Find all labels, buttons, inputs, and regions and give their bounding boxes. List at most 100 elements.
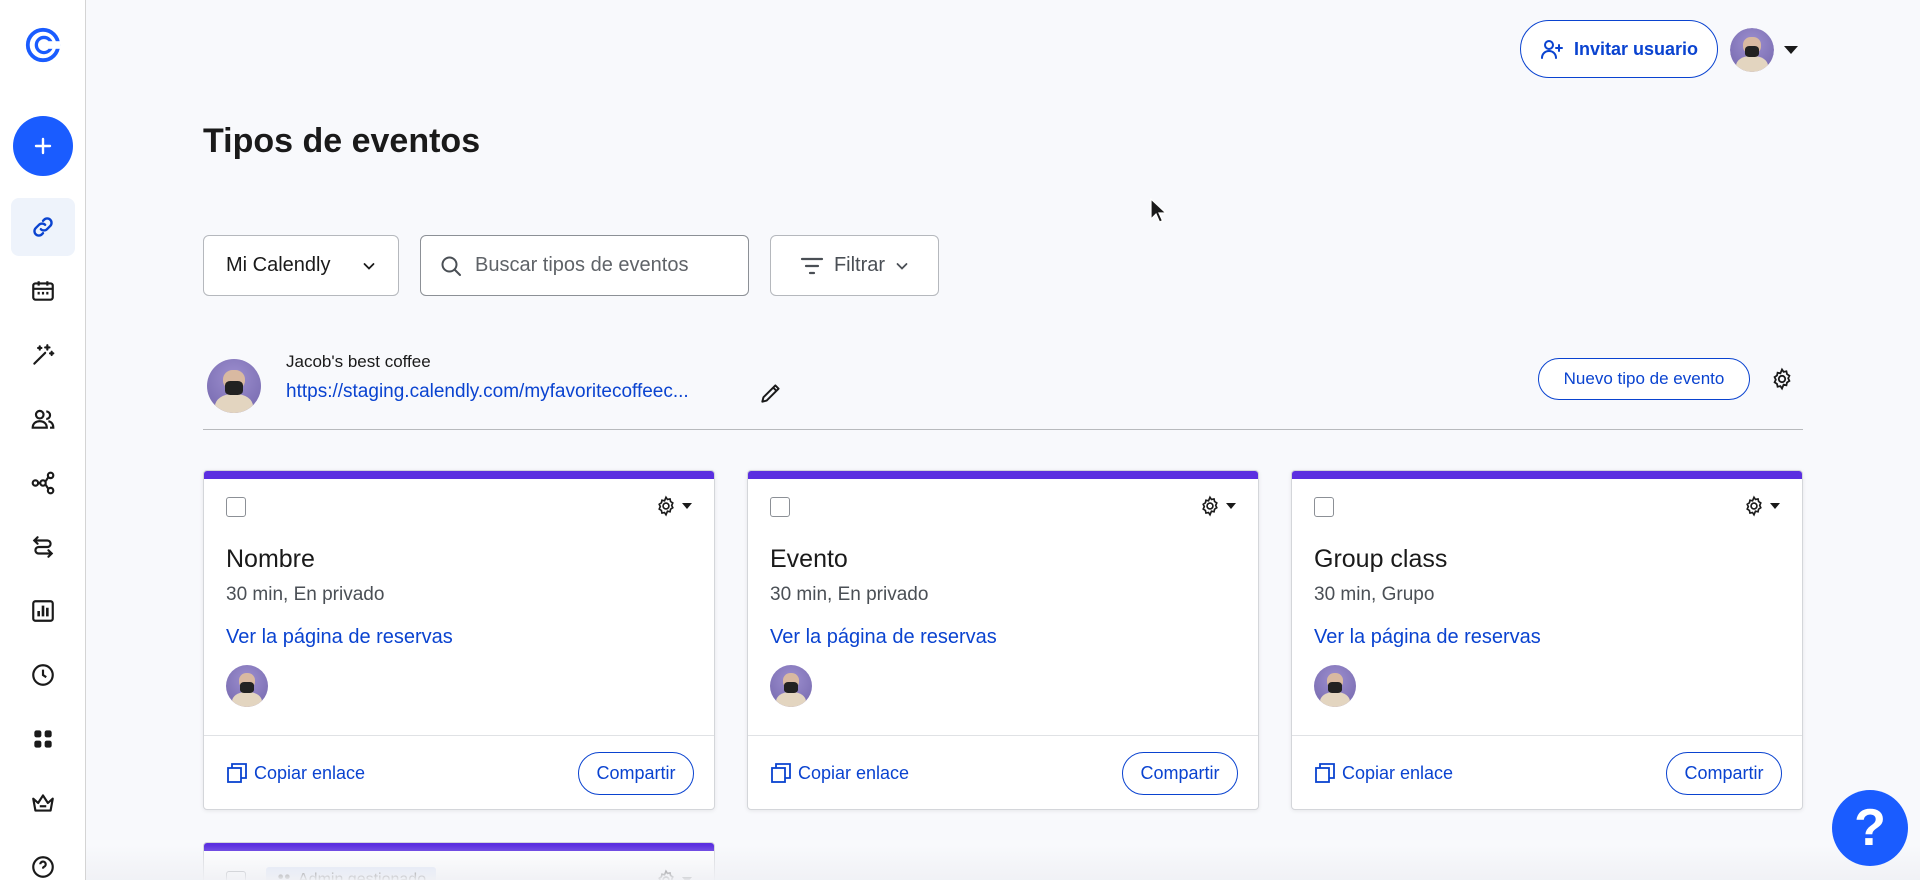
avatar-image	[770, 665, 812, 707]
event-type-card: Evento 30 min, En privado Ver la página …	[747, 470, 1259, 810]
card-color-bar	[1292, 471, 1802, 479]
copy-icon	[771, 763, 791, 783]
people-icon	[31, 409, 55, 429]
help-button[interactable]: ?	[1832, 790, 1908, 866]
filter-button[interactable]: Filtrar	[770, 235, 939, 296]
card-divider	[1292, 735, 1802, 736]
admin-managed-label: Admin gestionado	[298, 871, 427, 880]
sidebar-item-availability[interactable]	[11, 646, 75, 704]
card-title: Evento	[770, 545, 848, 573]
dropdown-value: Mi Calendly	[226, 254, 331, 276]
gear-icon	[1202, 495, 1218, 517]
card-settings-menu[interactable]	[655, 869, 692, 880]
avatar-image	[1314, 665, 1356, 707]
card-checkbox[interactable]	[226, 497, 246, 517]
card-subtitle: 30 min, En privado	[770, 584, 929, 605]
sidebar-item-routing[interactable]	[11, 518, 75, 576]
host-avatar	[770, 665, 812, 707]
share-button[interactable]: Compartir	[1666, 752, 1782, 795]
calendly-scope-dropdown[interactable]: Mi Calendly	[203, 235, 399, 296]
invite-user-label: Invitar usuario	[1573, 38, 1699, 59]
apps-icon	[34, 730, 52, 748]
caret-down-icon	[1226, 503, 1236, 509]
filter-icon	[800, 257, 824, 274]
sidebar-item-ai[interactable]	[11, 326, 75, 384]
admin-managed-badge: Admin gestionado	[266, 867, 437, 880]
divider	[203, 429, 1803, 430]
new-event-type-button[interactable]: Nuevo tipo de evento	[1538, 358, 1750, 400]
card-settings-menu[interactable]	[1199, 495, 1236, 517]
card-color-bar	[204, 471, 714, 479]
copy-link-button[interactable]: Copiar enlace	[1314, 762, 1453, 784]
sidebar-item-integrations[interactable]	[11, 710, 75, 768]
card-checkbox[interactable]	[226, 871, 246, 880]
copy-link-button[interactable]: Copiar enlace	[226, 762, 365, 784]
add-user-icon	[1540, 40, 1563, 59]
card-checkbox[interactable]	[770, 497, 790, 517]
invite-user-button[interactable]: Invitar usuario	[1520, 20, 1718, 78]
card-title: Nombre	[226, 545, 315, 573]
event-type-card: Group class 30 min, Grupo Ver la página …	[1291, 470, 1803, 810]
card-divider	[204, 735, 714, 736]
user-avatar[interactable]	[1730, 28, 1774, 72]
search-icon	[441, 256, 461, 276]
search-input[interactable]	[475, 254, 695, 277]
share-button[interactable]: Compartir	[578, 752, 694, 795]
page-title: Tipos de eventos	[203, 122, 481, 160]
chevron-down-icon	[896, 262, 908, 270]
card-color-bar	[204, 843, 714, 851]
workflow-icon	[31, 471, 55, 495]
avatar-image	[226, 665, 268, 707]
card-settings-menu[interactable]	[655, 495, 692, 517]
caret-down-icon	[682, 877, 692, 880]
caret-down-icon	[682, 503, 692, 509]
sidebar-item-admin[interactable]	[11, 774, 75, 832]
link-icon	[33, 217, 53, 237]
card-checkbox[interactable]	[1314, 497, 1334, 517]
sidebar-item-meetings[interactable]	[11, 262, 75, 320]
gear-icon[interactable]	[1770, 367, 1794, 391]
crown-icon	[32, 794, 54, 812]
share-button[interactable]: Compartir	[1122, 752, 1238, 795]
help-circle-icon	[32, 856, 54, 878]
avatar-image	[207, 359, 261, 413]
card-settings-menu[interactable]	[1743, 495, 1780, 517]
view-booking-page-link[interactable]: Ver la página de reservas	[770, 626, 997, 649]
calendly-logo-icon[interactable]	[24, 26, 62, 64]
chevron-down-icon	[363, 262, 375, 270]
card-color-bar	[748, 471, 1258, 479]
event-type-card: Admin gestionado	[203, 842, 715, 880]
copy-link-label: Copiar enlace	[1342, 762, 1454, 783]
owner-booking-link[interactable]: https://staging.calendly.com/myfavoritec…	[286, 381, 689, 403]
mouse-cursor-icon	[1150, 198, 1168, 223]
search-box	[420, 235, 749, 296]
user-menu-caret-icon[interactable]	[1784, 46, 1798, 54]
plus-icon	[34, 137, 52, 155]
filter-label: Filtrar	[833, 254, 886, 276]
owner-avatar	[207, 359, 261, 413]
sidebar-item-analytics[interactable]	[11, 582, 75, 640]
view-booking-page-link[interactable]: Ver la página de reservas	[226, 626, 453, 649]
people-icon	[278, 874, 290, 879]
host-avatar	[226, 665, 268, 707]
calendar-icon	[32, 281, 54, 301]
copy-icon	[1315, 763, 1335, 783]
sidebar-item-help[interactable]	[11, 838, 75, 880]
copy-link-button[interactable]: Copiar enlace	[770, 762, 909, 784]
sidebar-item-scheduling[interactable]	[11, 198, 75, 256]
routing-icon	[32, 536, 54, 558]
caret-down-icon	[1770, 503, 1780, 509]
sidebar-item-contacts[interactable]	[11, 390, 75, 448]
view-booking-page-link[interactable]: Ver la página de reservas	[1314, 626, 1541, 649]
event-type-card: Nombre 30 min, En privado Ver la página …	[203, 470, 715, 810]
copy-link-label: Copiar enlace	[798, 762, 910, 783]
copy-link-label: Copiar enlace	[254, 762, 366, 783]
copy-icon	[227, 763, 247, 783]
gear-icon	[658, 495, 674, 517]
pencil-icon[interactable]	[758, 380, 784, 406]
card-subtitle: 30 min, Grupo	[1314, 584, 1435, 605]
magic-wand-icon	[33, 344, 55, 365]
sidebar	[0, 0, 86, 880]
create-button[interactable]	[13, 116, 73, 176]
sidebar-item-workflows[interactable]	[11, 454, 75, 512]
